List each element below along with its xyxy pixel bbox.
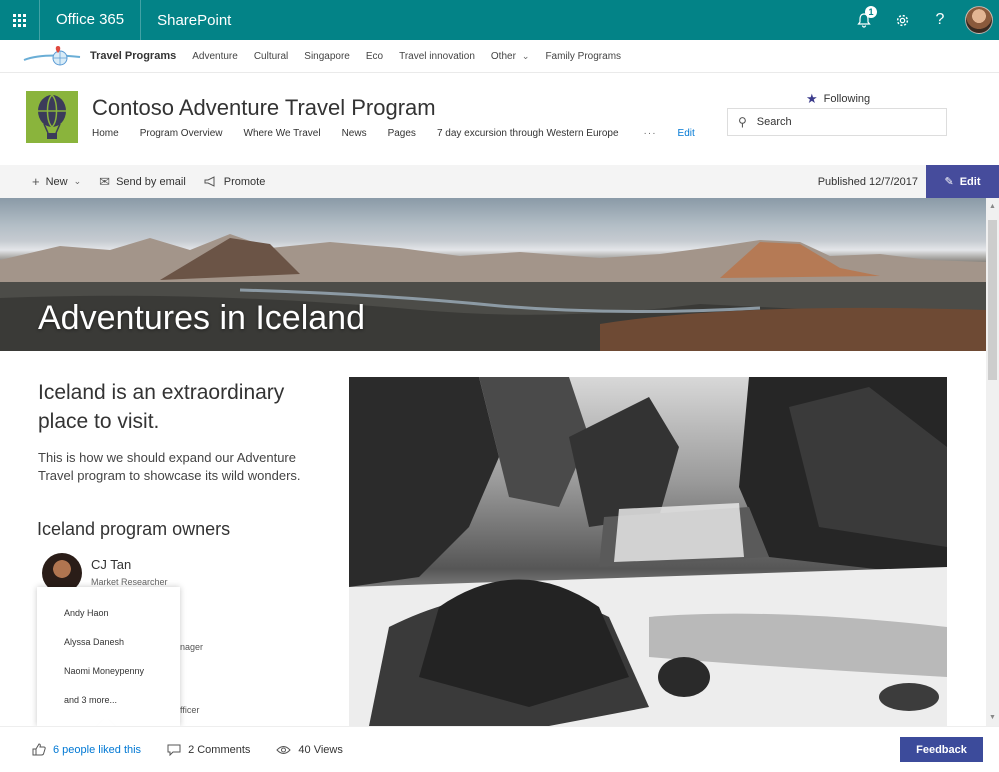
- globe-logo-icon: [23, 46, 81, 66]
- chevron-down-icon: ⌄: [521, 50, 530, 61]
- liker-item[interactable]: Alyssa Danesh: [37, 628, 180, 657]
- site-nav-pages[interactable]: Pages: [388, 128, 416, 139]
- intro-body: This is how we should expand our Adventu…: [38, 450, 301, 483]
- owner-role-partial: fficer: [180, 705, 200, 715]
- notification-count-badge: 1: [865, 6, 877, 18]
- notifications-button[interactable]: 1: [845, 0, 883, 40]
- help-icon: ?: [935, 11, 945, 28]
- hub-item-other[interactable]: Other ⌄: [483, 51, 538, 62]
- new-button[interactable]: + New ⌄: [32, 174, 81, 189]
- owner-name[interactable]: CJ Tan: [91, 557, 131, 572]
- suite-bar: Office 365 SharePoint 1 ?: [0, 0, 999, 40]
- send-by-email-label: Send by email: [116, 175, 186, 188]
- new-label: New: [45, 175, 68, 188]
- help-button[interactable]: ?: [921, 0, 959, 40]
- owner-role: Market Researcher: [91, 577, 168, 587]
- liker-item[interactable]: Naomi Moneypenny: [37, 657, 180, 686]
- command-bar: + New ⌄ ✉ Send by email Promote Publishe…: [0, 165, 999, 198]
- edit-page-button[interactable]: ✎ Edit: [926, 165, 999, 198]
- promote-button[interactable]: Promote: [204, 175, 266, 188]
- site-nav-edit-link[interactable]: Edit: [678, 128, 695, 139]
- intro-heading: Iceland is an extraordinary place to vis…: [38, 381, 285, 433]
- megaphone-icon: [204, 176, 215, 187]
- owners-heading: Iceland program owners: [37, 519, 231, 539]
- comments-button[interactable]: 2 Comments: [167, 744, 250, 756]
- scroll-thumb[interactable]: [988, 220, 997, 380]
- search-icon: ⚲: [738, 115, 747, 129]
- scroll-down-arrow-icon[interactable]: ▼: [986, 711, 999, 724]
- likes-button[interactable]: 6 people liked this: [32, 743, 141, 756]
- site-logo[interactable]: [26, 91, 78, 143]
- star-icon: ★: [806, 91, 818, 106]
- site-nav-news[interactable]: News: [342, 128, 367, 139]
- search-placeholder: Search: [756, 116, 792, 128]
- eye-icon: [276, 745, 292, 754]
- settings-button[interactable]: [883, 0, 921, 40]
- hot-air-balloon-icon: [38, 94, 66, 139]
- app-launcher-button[interactable]: [0, 0, 40, 40]
- pencil-icon: ✎: [944, 176, 954, 188]
- site-nav-home[interactable]: Home: [92, 128, 119, 139]
- views-count: 40 Views: [276, 743, 343, 756]
- site-header: Contoso Adventure Travel Program Home Pr…: [0, 73, 999, 165]
- hub-logo[interactable]: [22, 44, 82, 68]
- site-navigation: Home Program Overview Where We Travel Ne…: [92, 128, 716, 139]
- hub-navigation: Travel Programs Adventure Cultural Singa…: [0, 40, 999, 73]
- site-nav-excursion[interactable]: 7 day excursion through Western Europe: [437, 128, 619, 139]
- comments-label: 2 Comments: [188, 743, 251, 756]
- owner-role-partial: nager: [180, 642, 204, 652]
- likers-more-link[interactable]: and 3 more...: [37, 686, 180, 715]
- hub-item-adventure[interactable]: Adventure: [184, 51, 246, 62]
- site-nav-more-button[interactable]: ···: [644, 128, 657, 139]
- site-title[interactable]: Contoso Adventure Travel Program: [92, 95, 436, 121]
- hub-item-singapore[interactable]: Singapore: [296, 51, 358, 62]
- site-nav-program-overview[interactable]: Program Overview: [140, 128, 223, 139]
- waterfall-photo: [349, 377, 947, 726]
- comment-icon: [167, 744, 181, 756]
- office365-link[interactable]: Office 365: [40, 0, 142, 40]
- thumbs-up-icon: [32, 743, 46, 756]
- gear-icon: [896, 14, 908, 26]
- likes-callout: Andy Haon Alyssa Danesh Naomi Moneypenny…: [37, 587, 180, 737]
- hub-item-travel-innovation[interactable]: Travel innovation: [391, 51, 483, 62]
- mail-icon: ✉: [99, 173, 111, 189]
- liker-item[interactable]: Andy Haon: [37, 599, 180, 628]
- hub-item-other-label: Other: [490, 50, 516, 62]
- hub-title-link[interactable]: Travel Programs: [90, 50, 176, 62]
- scroll-up-arrow-icon[interactable]: ▲: [986, 200, 999, 213]
- following-button[interactable]: ★ Following: [806, 91, 870, 107]
- likes-label[interactable]: 6 people liked this: [53, 744, 141, 756]
- social-bar: 6 people liked this 2 Comments 40 Views …: [0, 726, 999, 772]
- feedback-button[interactable]: Feedback: [900, 737, 983, 762]
- waffle-icon: [13, 13, 26, 27]
- sharepoint-link[interactable]: SharePoint: [141, 12, 247, 29]
- hero-banner: Adventures in Iceland: [0, 198, 986, 351]
- site-nav-where-we-travel[interactable]: Where We Travel: [244, 128, 321, 139]
- hub-item-family-programs[interactable]: Family Programs: [537, 51, 629, 62]
- published-date: Published 12/7/2017: [817, 175, 918, 188]
- promote-label: Promote: [223, 175, 266, 188]
- plus-icon: +: [32, 174, 40, 189]
- following-label: Following: [823, 93, 871, 105]
- edit-label: Edit: [959, 175, 981, 188]
- hub-item-cultural[interactable]: Cultural: [246, 51, 296, 62]
- hero-title: Adventures in Iceland: [38, 299, 365, 337]
- waterfall-rocks-image: [349, 377, 947, 726]
- hub-item-eco[interactable]: Eco: [358, 51, 391, 62]
- search-input[interactable]: ⚲ Search: [727, 108, 947, 136]
- chevron-down-icon: ⌄: [73, 176, 82, 186]
- user-avatar[interactable]: [965, 6, 993, 34]
- send-by-email-button[interactable]: ✉ Send by email: [99, 174, 186, 190]
- views-label: 40 Views: [298, 743, 343, 756]
- page-scrollbar[interactable]: ▲ ▼: [986, 198, 999, 726]
